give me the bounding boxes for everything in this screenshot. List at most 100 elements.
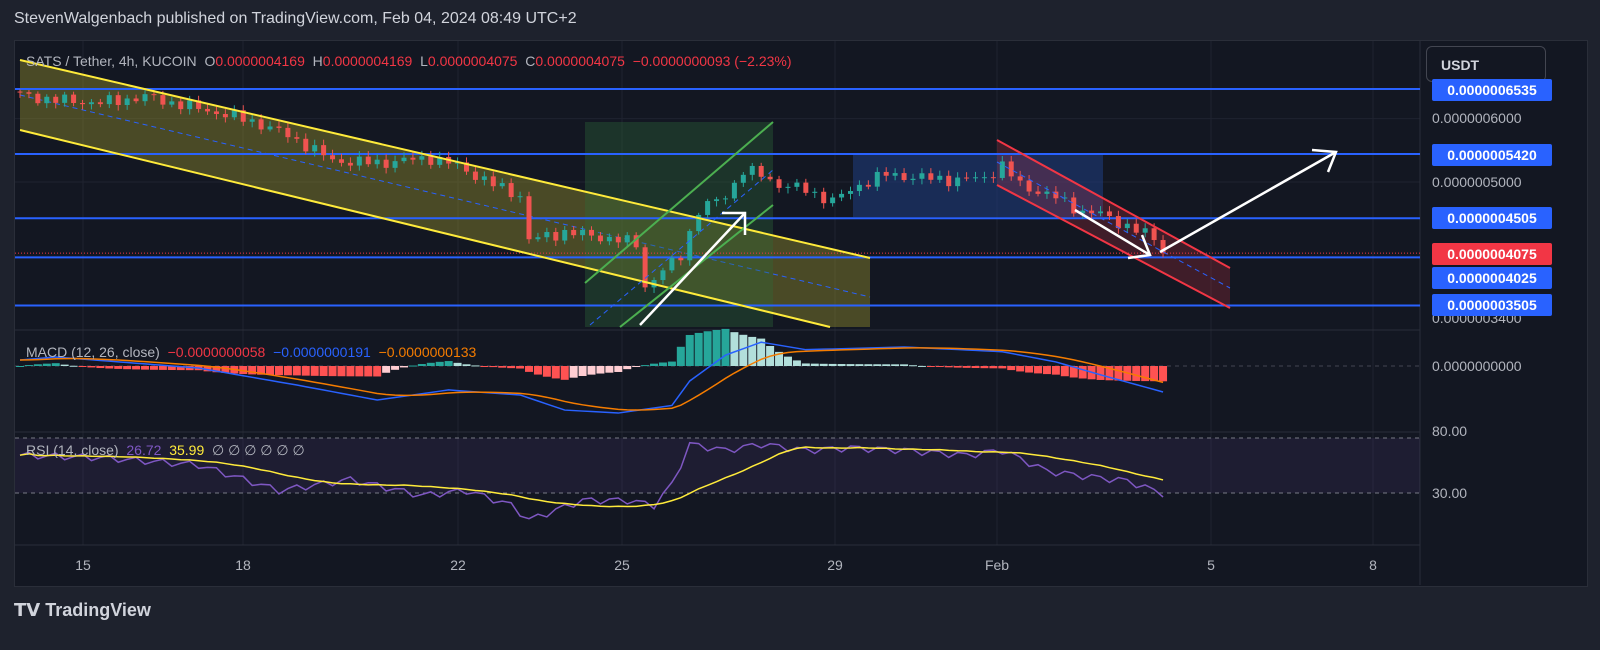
candle-body <box>615 236 621 243</box>
macd-histogram-bar <box>1159 366 1168 382</box>
macd-histogram-bar <box>337 366 346 377</box>
macd-histogram-bar <box>712 329 721 366</box>
time-tick: Feb <box>984 557 1010 573</box>
macd-histogram-bar <box>792 360 801 366</box>
candle-body <box>883 171 889 176</box>
macd-histogram-bar <box>158 366 167 370</box>
macd-histogram-bar <box>1096 366 1105 380</box>
open-label: O <box>204 53 216 69</box>
candle-body <box>26 92 32 94</box>
candle-body <box>731 182 737 199</box>
macd-histogram-bar <box>730 332 739 366</box>
macd-histogram-bar <box>1042 366 1051 375</box>
candle-body <box>160 95 166 105</box>
rsi-upper-label: 80.00 <box>1432 423 1468 439</box>
level-label: 0.0000004505 <box>1432 207 1552 229</box>
candle-body <box>106 95 112 105</box>
red-channel-fill <box>997 140 1230 308</box>
candle-body <box>767 176 773 180</box>
candle-body <box>419 156 425 160</box>
candle-body <box>955 177 961 187</box>
macd-histogram-bar <box>444 361 453 366</box>
macd-title[interactable]: MACD (12, 26, close) <box>26 344 160 360</box>
candle-body <box>410 157 416 160</box>
candle-body <box>981 177 987 179</box>
tradingview-logo[interactable]: 𝗧𝗩 TradingView <box>14 600 151 621</box>
macd-histogram-bar <box>953 366 962 368</box>
candle-body <box>169 101 175 105</box>
candle-body <box>830 197 836 204</box>
candle-body <box>1098 211 1104 214</box>
candle-body <box>499 183 505 187</box>
chart-canvas[interactable] <box>0 0 1600 650</box>
candle-body <box>856 184 862 192</box>
macd-histogram-bar <box>810 363 819 366</box>
candle-body <box>553 232 559 241</box>
candle-body <box>865 184 871 187</box>
candle-body <box>508 183 514 198</box>
macd-histogram-bar <box>417 364 426 366</box>
macd-histogram-bar <box>274 366 283 376</box>
open-value: 0.0000004169 <box>215 53 305 69</box>
macd-histogram-bar <box>516 366 525 369</box>
candle-body <box>687 231 693 261</box>
macd-histogram-bar <box>105 366 114 369</box>
macd-histogram-bar <box>935 366 944 367</box>
rsi-title[interactable]: RSI (14, close) <box>26 442 119 458</box>
candle-body <box>294 137 300 139</box>
macd-legend: MACD (12, 26, close) −0.0000000058 −0.00… <box>26 344 476 360</box>
macd-histogram-bar <box>408 365 417 367</box>
candle-body <box>481 176 487 180</box>
candle-body <box>1142 228 1148 233</box>
signal-value: −0.0000000133 <box>378 344 477 360</box>
candle-body <box>812 191 818 193</box>
macd-histogram-bar <box>69 365 78 367</box>
last-price-label: 0.0000004075 <box>1432 243 1552 265</box>
macd-histogram-bar <box>873 364 882 366</box>
currency-button[interactable]: USDT <box>1426 46 1546 82</box>
macd-histogram-bar <box>917 365 926 367</box>
brand-name: TradingView <box>45 600 151 620</box>
candle-body <box>374 159 380 165</box>
macd-histogram-bar <box>828 363 837 366</box>
symbol-title[interactable]: SATS / Tether, 4h, KUCOIN <box>26 53 197 69</box>
macd-histogram-bar <box>891 364 900 366</box>
macd-histogram-bar <box>882 364 891 366</box>
macd-histogram-bar <box>480 366 489 367</box>
candle-body <box>544 232 550 238</box>
time-tick: 15 <box>75 557 91 573</box>
macd-histogram-bar <box>462 364 471 366</box>
time-tick: 22 <box>450 557 466 573</box>
level-label: 0.0000003505 <box>1432 294 1552 316</box>
candle-body <box>321 145 327 156</box>
macd-histogram-bar <box>51 363 60 366</box>
macd-histogram-bar <box>489 366 498 368</box>
candle-body <box>205 108 211 112</box>
macd-histogram-bar <box>283 366 292 376</box>
candle-body <box>383 159 389 168</box>
candle-body <box>946 175 952 187</box>
macd-histogram-bar <box>614 366 623 372</box>
candle-body <box>267 126 273 130</box>
candle-body <box>490 176 496 187</box>
ohlc-legend: SATS / Tether, 4h, KUCOIN O0.0000004169 … <box>26 53 792 69</box>
macd-histogram-bar <box>132 366 141 370</box>
macd-histogram-bar <box>783 356 792 366</box>
candle-body <box>97 102 103 105</box>
macd-histogram-bar <box>60 364 69 366</box>
macd-histogram-bar <box>694 332 703 366</box>
macd-histogram-bar <box>33 364 42 366</box>
macd-histogram-bar <box>569 366 578 378</box>
high-label: H <box>312 53 323 69</box>
candle-body <box>990 177 996 179</box>
candle-body <box>660 270 666 281</box>
candle-body <box>839 193 845 198</box>
macd-value: −0.0000000191 <box>273 344 371 360</box>
candle-body <box>526 196 532 240</box>
candle-body <box>392 161 398 168</box>
candle-body <box>705 201 711 215</box>
candle-body <box>776 179 782 188</box>
macd-histogram-bar <box>980 366 989 369</box>
macd-histogram-bar <box>1016 366 1025 372</box>
macd-histogram-bar <box>453 362 462 366</box>
